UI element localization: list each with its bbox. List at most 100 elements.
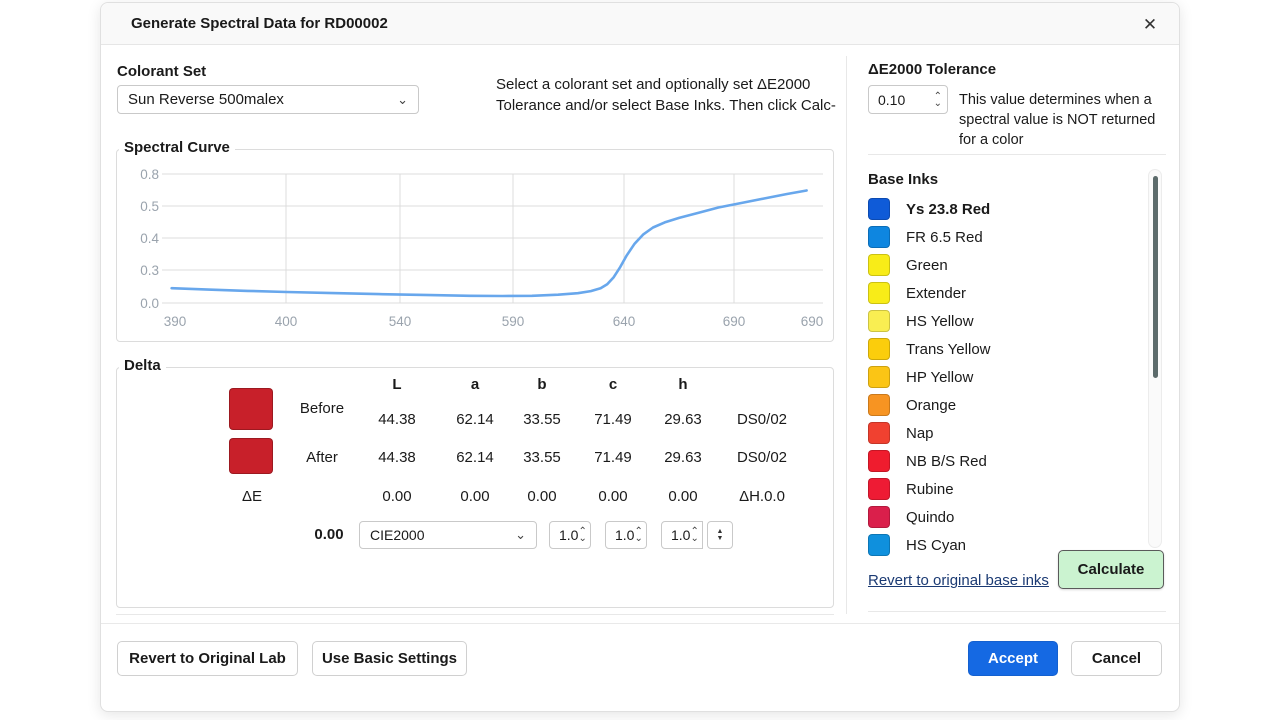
delta-method-select[interactable]: CIE2000 ⌄ — [359, 521, 537, 549]
ink-color-swatch — [868, 254, 890, 276]
ink-name: NB B/S Red — [906, 453, 987, 470]
tolerance-help-text: This value determines when a spectral va… — [959, 90, 1155, 150]
delta-h-value: ΔH.0.0 — [717, 488, 807, 505]
ink-color-swatch — [868, 282, 890, 304]
ink-name: Extender — [906, 285, 966, 302]
factor-c-value: 1.0 — [615, 527, 634, 543]
extra-stepper[interactable]: ▲▼ — [707, 521, 733, 549]
before-illuminant: DS0/02 — [717, 411, 807, 428]
ink-color-swatch — [868, 338, 890, 360]
ink-name: Orange — [906, 397, 956, 414]
delta-h: 0.00 — [648, 488, 718, 505]
ink-name: FR 6.5 Red — [906, 229, 983, 246]
spinner-arrows-icon[interactable]: ⌃⌄ — [690, 528, 698, 542]
after-illuminant: DS0/02 — [717, 449, 807, 466]
factor-l-spinner[interactable]: 1.0 ⌃⌄ — [549, 521, 591, 549]
col-header-a: a — [440, 376, 510, 393]
base-ink-item[interactable]: Ys 23.8 Red — [868, 195, 1128, 223]
x-axis-tick-label: 390 — [164, 314, 187, 329]
base-ink-item[interactable]: Rubine — [868, 475, 1128, 503]
base-ink-item[interactable]: HS Yellow — [868, 307, 1128, 335]
x-axis-tick-label: 400 — [275, 314, 298, 329]
base-inks-list: Ys 23.8 Red FR 6.5 Red Green Extender HS Yel… — [868, 195, 1138, 563]
calculate-button[interactable]: Calculate — [1058, 550, 1164, 589]
after-c: 71.49 — [578, 449, 648, 466]
base-ink-item[interactable]: NB B/S Red — [868, 447, 1128, 475]
spectral-curve-chart: 0.80.50.40.30.0390400540590640690690 — [117, 150, 833, 341]
base-ink-item[interactable]: Nap — [868, 419, 1128, 447]
before-L: 44.38 — [362, 411, 432, 428]
factor-h-spinner[interactable]: 1.0 ⌃⌄ — [661, 521, 703, 549]
ink-name: Rubine — [906, 481, 954, 498]
tolerance-label: ΔE2000 Tolerance — [868, 61, 996, 78]
colorant-set-select[interactable]: Sun Reverse 500malex ⌄ — [117, 85, 419, 114]
base-ink-item[interactable]: Green — [868, 251, 1128, 279]
spinner-arrows-icon[interactable]: ⌃⌄ — [934, 93, 942, 107]
col-header-h: h — [648, 376, 718, 393]
delta-group: Delta L a b c h Before 44.38 62.14 33.55… — [116, 367, 834, 608]
base-ink-item[interactable]: Quindo — [868, 503, 1128, 531]
cutoff-group-line — [116, 614, 834, 615]
delta-method-value: CIE2000 — [370, 527, 424, 543]
ink-name: Ys 23.8 Red — [906, 201, 990, 218]
stepper-arrows-icon[interactable]: ▲▼ — [717, 528, 724, 542]
base-ink-item[interactable]: Orange — [868, 391, 1128, 419]
delta-a: 0.00 — [440, 488, 510, 505]
before-b: 33.55 — [507, 411, 577, 428]
x-axis-tick-label: 690 — [723, 314, 746, 329]
instruction-line-2: Tolerance and/or select Base Inks. Then … — [496, 95, 836, 116]
factor-h-value: 1.0 — [671, 527, 690, 543]
x-axis-tick-label: 690 — [801, 314, 824, 329]
use-basic-settings-button[interactable]: Use Basic Settings — [312, 641, 467, 676]
ink-name: HS Yellow — [906, 313, 974, 330]
after-L: 44.38 — [362, 449, 432, 466]
base-ink-item[interactable]: Trans Yellow — [868, 335, 1128, 363]
base-inks-scrollbar[interactable] — [1148, 169, 1162, 548]
delta-L: 0.00 — [362, 488, 432, 505]
chevron-down-icon: ⌄ — [515, 527, 526, 543]
factor-c-spinner[interactable]: 1.0 ⌃⌄ — [605, 521, 647, 549]
cancel-button[interactable]: Cancel — [1071, 641, 1162, 676]
before-a: 62.14 — [440, 411, 510, 428]
base-ink-item[interactable]: HP Yellow — [868, 363, 1128, 391]
after-a: 62.14 — [440, 449, 510, 466]
revert-original-lab-button[interactable]: Revert to Original Lab — [117, 641, 298, 676]
generate-spectral-dialog: Generate Spectral Data for RD00002 ✕ Col… — [100, 2, 1180, 712]
y-axis-tick-label: 0.5 — [140, 199, 159, 214]
accept-button[interactable]: Accept — [968, 641, 1058, 676]
base-ink-item[interactable]: FR 6.5 Red — [868, 223, 1128, 251]
spinner-arrows-icon[interactable]: ⌃⌄ — [634, 528, 642, 542]
colorant-set-label: Colorant Set — [117, 63, 206, 80]
after-row-label: After — [287, 449, 357, 466]
spinner-arrows-icon[interactable]: ⌃⌄ — [578, 528, 586, 542]
ink-color-swatch — [868, 310, 890, 332]
delta-e-total: 0.00 — [297, 526, 361, 543]
revert-base-inks-link[interactable]: Revert to original base inks — [868, 572, 1049, 589]
divider — [868, 611, 1166, 612]
chevron-down-icon: ⌄ — [397, 92, 408, 108]
delta-e-row-label: ΔE — [217, 488, 287, 505]
ink-name: Trans Yellow — [906, 341, 991, 358]
x-axis-tick-label: 590 — [502, 314, 525, 329]
dialog-titlebar: Generate Spectral Data for RD00002 ✕ — [101, 3, 1179, 45]
base-ink-item[interactable]: Extender — [868, 279, 1128, 307]
col-header-b: b — [507, 376, 577, 393]
col-header-L: L — [362, 376, 432, 393]
ink-name: HP Yellow — [906, 369, 973, 386]
delta-b: 0.00 — [507, 488, 577, 505]
y-axis-tick-label: 0.3 — [140, 263, 159, 278]
before-h: 29.63 — [648, 411, 718, 428]
divider — [868, 154, 1166, 155]
ink-color-swatch — [868, 366, 890, 388]
ink-name: Quindo — [906, 509, 954, 526]
spectral-curve-group: Spectral Curve 0.80.50.40.30.03904005405… — [116, 149, 834, 342]
tolerance-spinner[interactable]: 0.10 ⌃⌄ — [868, 85, 948, 114]
col-header-c: c — [578, 376, 648, 393]
factor-l-value: 1.0 — [559, 527, 578, 543]
ink-color-swatch — [868, 506, 890, 528]
ink-color-swatch — [868, 422, 890, 444]
close-icon[interactable]: ✕ — [1135, 10, 1165, 40]
scrollbar-thumb[interactable] — [1153, 176, 1158, 378]
before-color-swatch — [229, 388, 273, 430]
before-c: 71.49 — [578, 411, 648, 428]
